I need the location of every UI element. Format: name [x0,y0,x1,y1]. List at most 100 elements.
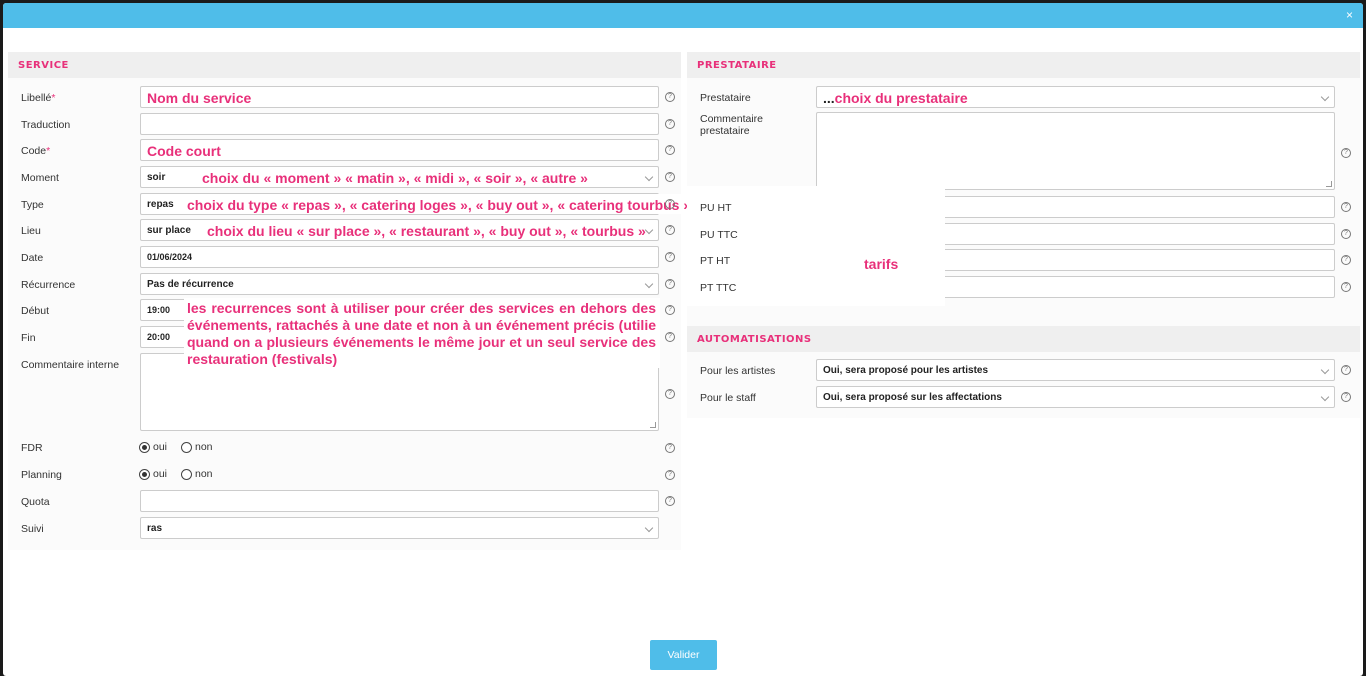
artistes-value: Oui, sera proposé pour les artistes [823,365,989,376]
field-planning: Planning oui non ? [8,463,681,487]
question-circle-icon[interactable]: ? [665,119,675,129]
question-circle-icon[interactable]: ? [1341,229,1351,239]
service-section-title: SERVICE [8,52,681,78]
question-circle-icon[interactable]: ? [1341,282,1351,292]
resize-handle-icon[interactable] [1326,181,1332,187]
recurrence-select[interactable]: Pas de récurrence [140,273,659,295]
libelle-input[interactable]: Nom du service [140,86,659,108]
field-lieu: Lieu sur place choix du lieu « sur place… [8,219,681,243]
artistes-label: Pour les artistes [700,365,776,377]
chevron-down-icon [1320,365,1330,375]
planning-oui-label: oui [153,468,168,480]
service-modal: × SERVICE Libellé* Nom du service ? Trad… [3,3,1363,676]
commentaire-prestataire-label: Commentaire prestataire [700,113,764,137]
chevron-down-icon [644,279,654,289]
chevron-down-icon [1320,392,1330,402]
prestataire-value: ...choix du prestataire [823,90,968,106]
field-pour-staff: Pour le staff Oui, sera proposé sur les … [687,386,1360,410]
type-label: Type [21,199,44,211]
field-prestataire: Prestataire ...choix du prestataire [687,86,1360,110]
question-circle-icon[interactable]: ? [665,172,675,182]
question-circle-icon[interactable]: ? [665,199,675,209]
field-quota: Quota ? [8,490,681,514]
prestataire-label: Prestataire [700,92,751,104]
staff-value: Oui, sera proposé sur les affectations [823,392,1002,403]
field-fdr: FDR oui non ? [8,436,681,460]
type-value: repas [147,199,174,210]
field-libelle: Libellé* Nom du service ? [8,86,681,110]
field-pour-artistes: Pour les artistes Oui, sera proposé pour… [687,359,1360,383]
date-label: Date [21,252,44,264]
field-date: Date 01/06/2024 ? [8,246,681,270]
fin-label: Fin [21,332,36,344]
traduction-input[interactable] [140,113,659,135]
fdr-non-label: non [195,441,213,453]
planning-non-radio[interactable] [181,469,192,480]
pt-ht-label-overlay: PT HT [700,255,731,267]
field-recurrence: Récurrence Pas de récurrence ? [8,273,681,297]
recurrence-value: Pas de récurrence [147,279,234,290]
recurrence-label: Récurrence [21,279,76,291]
chevron-down-icon [644,172,654,182]
close-icon[interactable]: × [1346,8,1353,22]
staff-select[interactable]: Oui, sera proposé sur les affectations [816,386,1335,408]
question-circle-icon[interactable]: ? [665,496,675,506]
recurrence-annotation: les recurrences sont à utiliser pour cré… [187,300,656,367]
question-circle-icon[interactable]: ? [1341,255,1351,265]
question-circle-icon[interactable]: ? [665,305,675,315]
code-value: Code court [147,143,221,159]
question-circle-icon[interactable]: ? [1341,148,1351,158]
artistes-select[interactable]: Oui, sera proposé pour les artistes [816,359,1335,381]
quota-label: Quota [21,496,50,508]
chevron-down-icon [1320,92,1330,102]
modal-header: × [3,3,1363,28]
lieu-value: sur place [147,225,191,236]
quota-input[interactable] [140,490,659,512]
planning-label: Planning [21,469,62,481]
date-input[interactable]: 01/06/2024 [140,246,659,268]
fdr-oui-radio[interactable] [139,442,150,453]
chevron-down-icon [644,225,654,235]
fdr-label: FDR [21,442,43,454]
lieu-label: Lieu [21,225,41,237]
question-circle-icon[interactable]: ? [665,332,675,342]
question-circle-icon[interactable]: ? [665,470,675,480]
suivi-select[interactable]: ras [140,517,659,539]
suivi-label: Suivi [21,523,44,535]
pu-ttc-label-overlay: PU TTC [700,229,738,241]
question-circle-icon[interactable]: ? [1341,365,1351,375]
code-input[interactable]: Code court [140,139,659,161]
planning-non-label: non [195,468,213,480]
prestataire-section-title: PRESTATAIRE [687,52,1360,78]
question-circle-icon[interactable]: ? [665,145,675,155]
question-circle-icon[interactable]: ? [665,92,675,102]
question-circle-icon[interactable]: ? [665,252,675,262]
valider-button[interactable]: Valider [650,640,717,670]
question-circle-icon[interactable]: ? [665,443,675,453]
field-moment: Moment soir choix du « moment » « matin … [8,166,681,190]
moment-value: soir [147,172,166,183]
code-label: Code* [21,145,51,157]
automatisations-section-title: AUTOMATISATIONS [687,326,1360,352]
traduction-label: Traduction [21,119,71,131]
commentaire-prestataire-textarea[interactable] [816,112,1335,190]
libelle-label: Libellé* [21,92,56,104]
field-suivi: Suivi ras [8,517,681,541]
field-traduction: Traduction ? [8,113,681,137]
moment-note: choix du « moment » « matin », « midi »,… [202,170,588,186]
service-section: SERVICE Libellé* Nom du service ? Traduc… [8,52,697,550]
lieu-note: choix du lieu « sur place », « restauran… [207,223,646,239]
suivi-value: ras [147,523,163,534]
question-circle-icon[interactable]: ? [665,389,675,399]
prestataire-select[interactable]: ...choix du prestataire [816,86,1335,108]
question-circle-icon[interactable]: ? [665,225,675,235]
question-circle-icon[interactable]: ? [665,279,675,289]
pu-ht-label-overlay: PU HT [700,202,732,214]
resize-handle-icon[interactable] [650,422,656,428]
chevron-down-icon [644,523,654,533]
commentaire-label: Commentaire interne [21,359,120,371]
fdr-non-radio[interactable] [181,442,192,453]
question-circle-icon[interactable]: ? [1341,202,1351,212]
question-circle-icon[interactable]: ? [1341,392,1351,402]
planning-oui-radio[interactable] [139,469,150,480]
